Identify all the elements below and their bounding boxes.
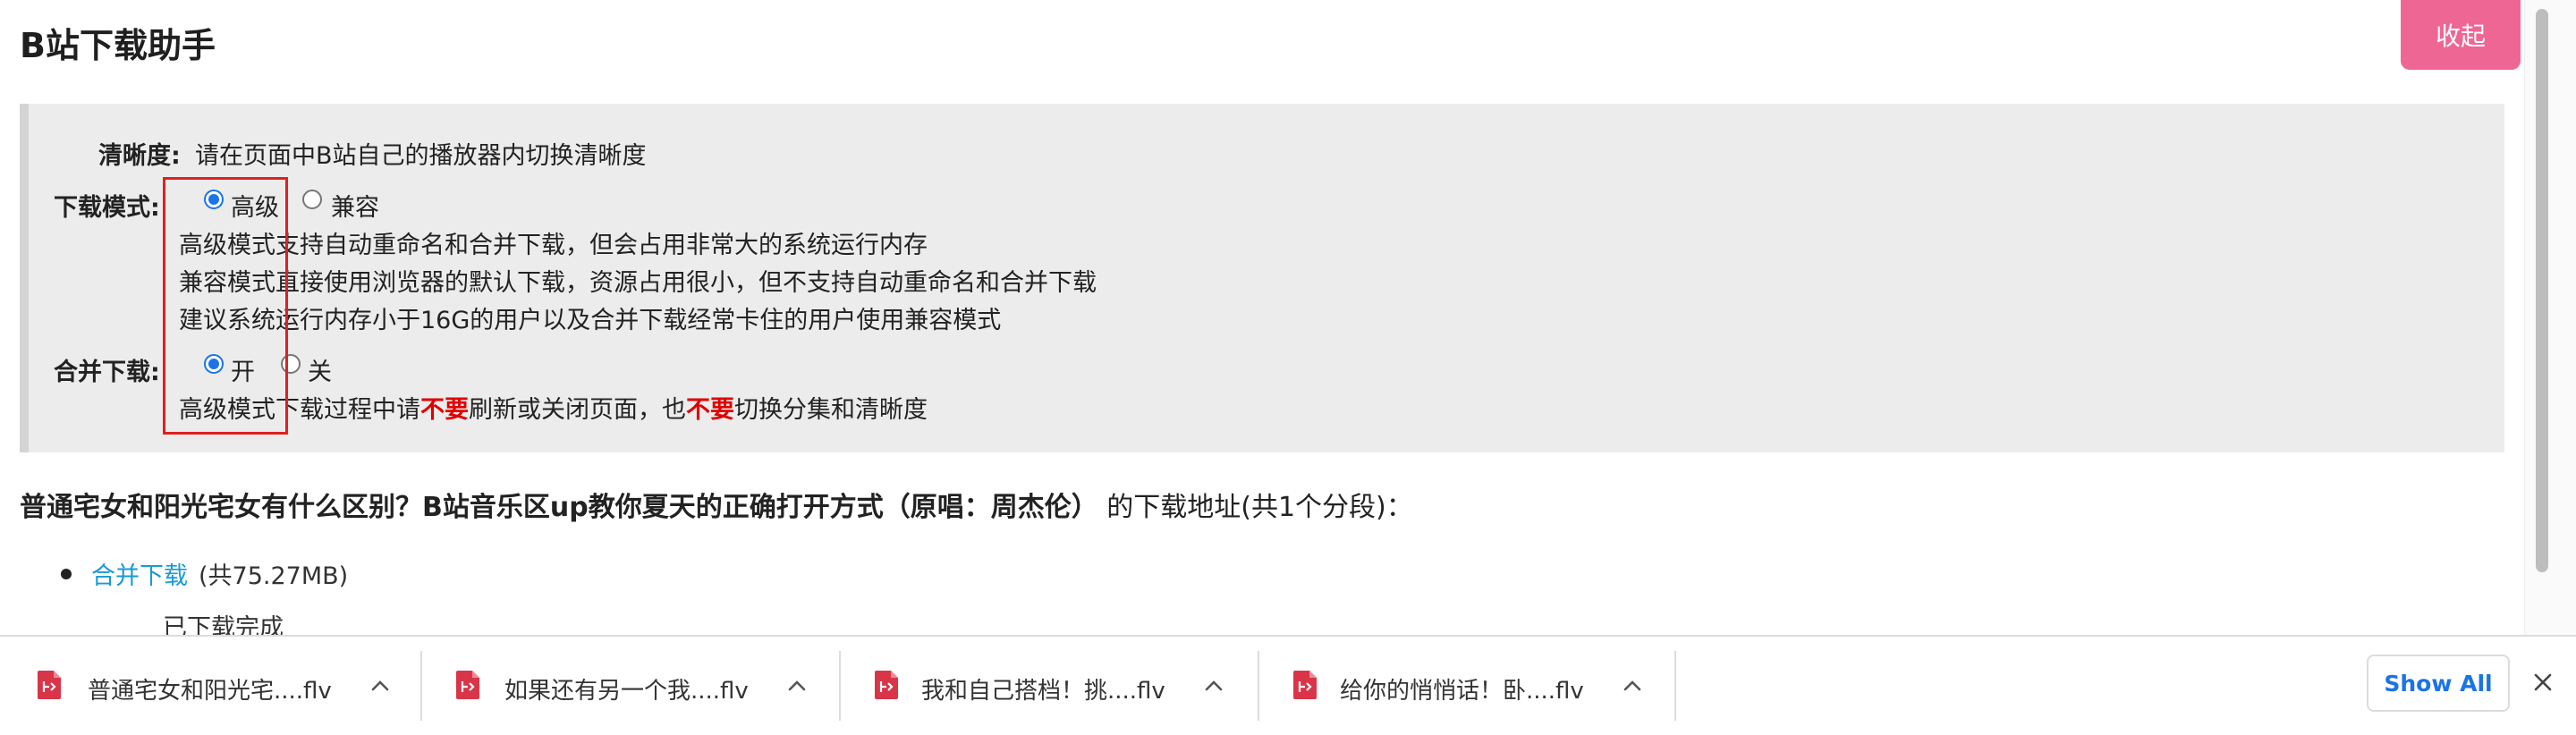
- scrollbar-thumb[interactable]: [2536, 9, 2548, 572]
- close-icon[interactable]: [2529, 669, 2556, 696]
- download-item[interactable]: 我和自己搭档！挑....flv: [841, 637, 1258, 735]
- downloads-bar: 普通宅女和阳光宅....flv 如果还有另一个我....flv 我和自己搭档！挑…: [0, 635, 2576, 735]
- download-item[interactable]: 普通宅女和阳光宅....flv: [0, 637, 420, 735]
- helper-panel: B站下载助手 收起 清晰度: 请在页面中B站自己的播放器内切换清晰度 下载模式:…: [0, 0, 2576, 635]
- merge-note: 高级模式下载过程中请不要刷新或关闭页面，也不要切换分集和清晰度: [179, 390, 928, 425]
- download-filename: 给你的悄悄话！卧....flv: [1340, 678, 1584, 705]
- download-filename: 我和自己搭档！挑....flv: [921, 678, 1165, 705]
- download-filename: 如果还有另一个我....flv: [504, 678, 749, 705]
- mode-note-1: 高级模式支持自动重命名和合并下载，但会占用非常大的系统运行内存: [179, 232, 928, 259]
- mode-note-3: 建议系统运行内存小于16G的用户以及合并下载经常卡住的用户使用兼容模式: [179, 307, 1002, 334]
- download-item[interactable]: 如果还有另一个我....flv: [422, 637, 839, 735]
- merge-note-emph2: 不要: [686, 396, 734, 424]
- merge-label: 合并下载:: [54, 359, 160, 386]
- collapse-button[interactable]: 收起: [2401, 0, 2521, 70]
- merge-download-link[interactable]: 合并下载: [91, 556, 188, 591]
- video-heading-suffix: 的下载地址(共1个分段)：: [1097, 492, 1413, 523]
- scrollbar[interactable]: [2524, 0, 2576, 635]
- merge-off-label[interactable]: 关: [308, 352, 332, 387]
- chevron-up-icon[interactable]: [785, 674, 809, 697]
- chevron-up-icon[interactable]: [1621, 674, 1644, 697]
- merge-note-emph1: 不要: [420, 396, 469, 424]
- download-size: (共75.27MB): [199, 562, 349, 590]
- mode-label: 下载模式:: [54, 194, 160, 222]
- flv-file-icon: [38, 671, 61, 699]
- mode-compat-label[interactable]: 兼容: [331, 188, 379, 223]
- chevron-up-icon[interactable]: [369, 674, 392, 697]
- list-bullet: [61, 569, 72, 579]
- flv-file-icon: [1293, 671, 1317, 699]
- video-title: 普通宅女和阳光宅女有什么区别？B站音乐区up教你夏天的正确打开方式（原唱：周杰伦…: [20, 492, 1098, 523]
- settings-box: 清晰度: 请在页面中B站自己的播放器内切换清晰度 下载模式: 高级 兼容 高级模…: [20, 104, 2504, 452]
- page-title: B站下载助手: [20, 26, 216, 65]
- merge-note-part2: 刷新或关闭页面，也: [469, 396, 686, 424]
- download-item[interactable]: 给你的悄悄话！卧....flv: [1259, 637, 1676, 735]
- quality-text: 请在页面中B站自己的播放器内切换清晰度: [195, 142, 647, 170]
- video-heading: 普通宅女和阳光宅女有什么区别？B站音乐区up教你夏天的正确打开方式（原唱：周杰伦…: [20, 485, 1413, 524]
- download-status: 已下载完成: [163, 614, 284, 635]
- chevron-up-icon[interactable]: [1202, 674, 1225, 697]
- download-filename: 普通宅女和阳光宅....flv: [88, 678, 332, 705]
- flv-file-icon: [875, 671, 898, 699]
- show-all-button[interactable]: Show All: [2367, 655, 2510, 712]
- mode-compat-radio[interactable]: [302, 190, 322, 209]
- mode-note-2: 兼容模式直接使用浏览器的默认下载，资源占用很小，但不支持自动重命名和合并下载: [179, 269, 1097, 297]
- flv-file-icon: [456, 671, 479, 699]
- radio-highlight-box: [163, 177, 288, 435]
- download-separator: [1674, 651, 1676, 721]
- quality-label: 清晰度:: [98, 142, 181, 170]
- merge-note-part3: 切换分集和清晰度: [734, 396, 928, 424]
